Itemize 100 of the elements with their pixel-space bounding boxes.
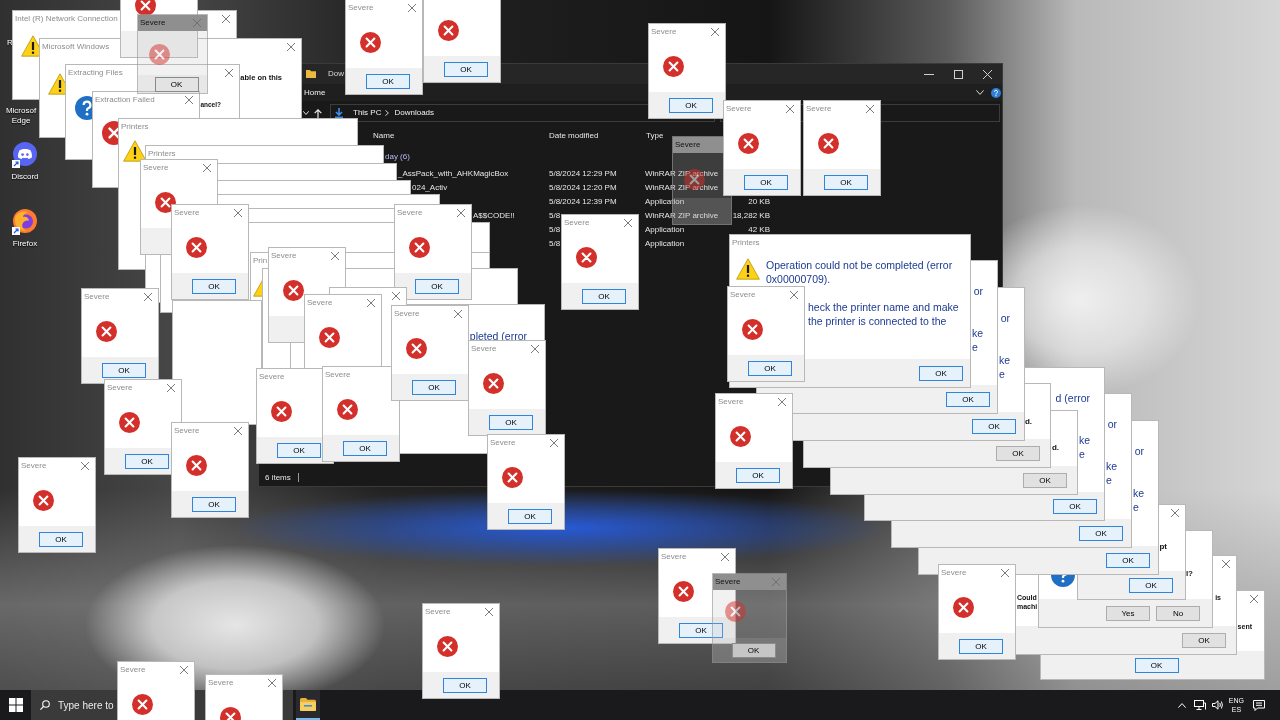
dialog-button[interactable]: OK (1182, 632, 1226, 648)
close-icon[interactable] (287, 43, 295, 51)
taskbar-button[interactable] (296, 690, 320, 720)
folder-icon (300, 697, 316, 711)
close-icon[interactable] (1222, 560, 1230, 568)
file-name[interactable]: 024_Activ (412, 183, 448, 193)
dialog-button[interactable]: No (1156, 605, 1200, 621)
chevron-up-icon[interactable] (1177, 702, 1186, 708)
close-icon[interactable] (367, 299, 375, 307)
dialog-button[interactable]: OK (412, 379, 456, 395)
close-icon[interactable] (268, 679, 276, 687)
windows-logo-icon[interactable] (9, 698, 23, 712)
notification-icon[interactable] (1253, 699, 1265, 711)
dialog-button[interactable]: OK (1106, 552, 1150, 568)
network-icon[interactable] (1193, 700, 1206, 710)
close-icon[interactable] (485, 608, 493, 616)
firefox-icon[interactable] (12, 209, 38, 235)
close-icon[interactable] (81, 462, 89, 470)
close-icon[interactable] (550, 439, 558, 447)
close-icon[interactable] (531, 345, 539, 353)
modified-date: 5/8/2024 12:20 PM (549, 183, 617, 193)
dialog-button[interactable]: OK (731, 642, 776, 658)
dialog-button[interactable]: OK (277, 442, 321, 458)
dialog-button[interactable]: OK (102, 362, 146, 378)
close-icon[interactable] (711, 28, 719, 36)
dialog-button[interactable]: OK (744, 174, 788, 190)
dialog-button[interactable]: OK (959, 638, 1003, 654)
dialog-button[interactable]: OK (996, 445, 1040, 461)
dialog-button[interactable]: OK (444, 61, 488, 77)
dialog-button[interactable]: OK (919, 365, 963, 381)
close-icon[interactable] (1250, 595, 1258, 603)
chevron-down-icon[interactable] (976, 90, 984, 95)
dialog-button[interactable]: OK (489, 414, 533, 430)
dialog-button[interactable]: OK (1129, 577, 1173, 593)
dialog-button[interactable]: OK (669, 97, 713, 113)
dialog-button[interactable]: OK (343, 440, 387, 456)
close-icon[interactable] (185, 96, 193, 104)
close-icon[interactable] (225, 69, 233, 77)
close-icon[interactable] (1171, 509, 1179, 517)
dialog-button[interactable]: OK (824, 174, 868, 190)
column-header[interactable]: Name (373, 131, 395, 141)
close-icon[interactable] (778, 398, 786, 406)
close-icon[interactable] (454, 310, 462, 318)
dialog-message: ke e (1132, 486, 1144, 514)
close-icon[interactable] (721, 553, 729, 561)
close-icon[interactable] (392, 292, 400, 300)
dialog-button[interactable]: OK (736, 467, 780, 483)
dialog-button[interactable]: OK (366, 73, 410, 89)
close-icon[interactable] (180, 666, 188, 674)
file-name[interactable]: A$$CODE!! (473, 211, 515, 221)
chevron-down-icon[interactable] (303, 111, 309, 115)
column-header[interactable]: Date modified (549, 131, 599, 141)
close-icon[interactable] (408, 4, 416, 12)
dialog-button[interactable]: OK (1079, 525, 1123, 541)
close-icon[interactable] (790, 291, 798, 299)
dialog-button[interactable]: OK (582, 288, 626, 304)
maximize-icon[interactable] (954, 69, 963, 79)
dialog-button[interactable]: OK (415, 278, 459, 294)
dialog-button[interactable]: OK (508, 508, 552, 524)
breadcrumb-item[interactable]: This PC (353, 108, 382, 118)
dialog-button[interactable]: OK (1053, 498, 1097, 514)
dialog-button[interactable]: OK (39, 531, 83, 547)
help-icon[interactable] (991, 87, 1001, 98)
dialog-title: Severe (325, 370, 351, 380)
up-arrow-icon[interactable] (314, 108, 322, 118)
close-icon[interactable] (144, 293, 152, 301)
discord-icon[interactable] (12, 142, 38, 168)
ribbon-tab[interactable]: Home (304, 87, 326, 98)
dialog-button[interactable]: OK (192, 496, 236, 512)
close-icon[interactable] (457, 209, 465, 217)
dialog-button[interactable]: Yes (1106, 605, 1150, 621)
close-icon[interactable] (234, 209, 242, 217)
minimize-icon[interactable] (924, 73, 934, 75)
file-size: 42 KB (748, 225, 770, 235)
file-name[interactable]: _AssPack_with_AHKMagicBox (398, 169, 509, 179)
close-icon[interactable] (203, 164, 211, 172)
breadcrumb-item[interactable]: Downloads (394, 108, 435, 118)
dialog-button[interactable]: OK (192, 278, 236, 294)
dialog-button[interactable]: OK (748, 360, 792, 376)
dialog-button[interactable]: OK (443, 677, 487, 693)
close-icon[interactable] (234, 427, 242, 435)
close-icon[interactable] (1001, 569, 1009, 577)
close-icon[interactable] (167, 384, 175, 392)
dialog-button[interactable]: OK (1134, 657, 1179, 673)
close-icon[interactable] (331, 252, 339, 260)
group-header[interactable]: day (6) (385, 152, 410, 162)
modified-date: 5/8 (549, 211, 561, 221)
close-icon[interactable] (624, 219, 632, 227)
dialog-button[interactable]: OK (679, 622, 723, 638)
dialog-button[interactable]: OK (946, 391, 990, 407)
close-icon[interactable] (866, 105, 874, 113)
close-icon[interactable] (222, 15, 230, 23)
dialog-button[interactable]: OK (125, 453, 169, 469)
desktop-icon-label: R (7, 38, 13, 48)
error-icon (186, 237, 207, 258)
dialog-button[interactable]: OK (1023, 472, 1067, 488)
close-icon[interactable] (786, 105, 794, 113)
column-header[interactable]: Type (646, 131, 664, 141)
volume-icon[interactable] (1211, 700, 1223, 710)
dialog-button[interactable]: OK (972, 418, 1016, 434)
